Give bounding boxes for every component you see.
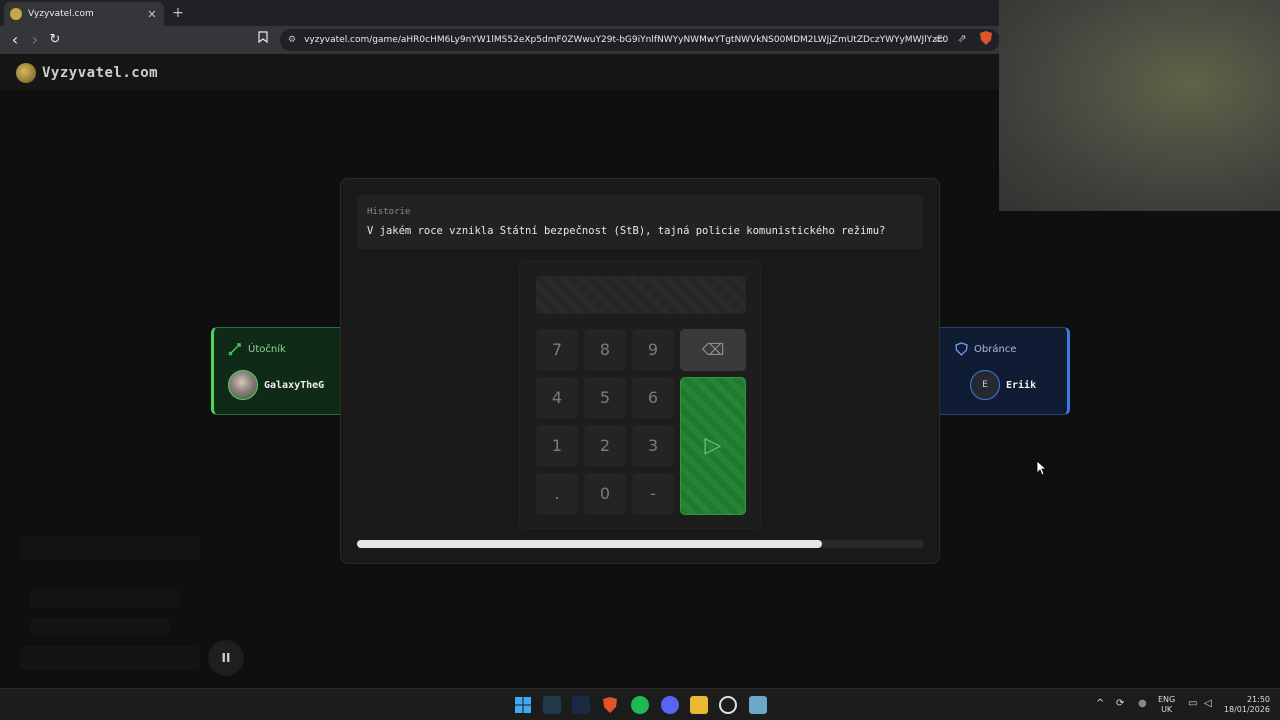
site-logo[interactable]: Vyzyvatel.com bbox=[16, 63, 158, 83]
tab-close-icon[interactable]: ✕ bbox=[146, 8, 158, 21]
sync-icon[interactable]: ⟳ bbox=[1116, 698, 1124, 709]
play-icon: ▷ bbox=[704, 433, 722, 458]
key-4[interactable]: 4 bbox=[536, 377, 578, 419]
windows-start-icon[interactable] bbox=[514, 696, 532, 714]
defender-player: E Eriik bbox=[970, 370, 1036, 400]
sword-icon bbox=[228, 343, 241, 356]
key-decimal[interactable]: . bbox=[536, 473, 578, 515]
game-app-icon[interactable] bbox=[749, 696, 767, 714]
key-6[interactable]: 6 bbox=[632, 377, 674, 419]
question-box: Historie V jakém roce vznikla Státní bez… bbox=[357, 195, 923, 249]
key-8[interactable]: 8 bbox=[584, 329, 626, 371]
backspace-button[interactable]: ⌫ bbox=[680, 329, 746, 371]
pause-button[interactable]: II bbox=[208, 640, 244, 676]
site-favicon-icon bbox=[10, 8, 22, 20]
bookmark-icon[interactable] bbox=[256, 31, 270, 49]
key-minus[interactable]: - bbox=[632, 473, 674, 515]
back-button[interactable]: ‹ bbox=[6, 31, 24, 49]
time-progress-bar bbox=[357, 540, 924, 548]
pause-icon: II bbox=[221, 651, 231, 665]
reload-button[interactable]: ↻ bbox=[46, 31, 64, 49]
volume-icon[interactable]: ◁ bbox=[1204, 698, 1212, 709]
tab-title: Vyzyvatel.com bbox=[28, 9, 94, 19]
obs-icon[interactable] bbox=[719, 696, 737, 714]
address-bar[interactable]: ⚙ vyzyvatel.com/game/aHR0cHM6Ly9nYW1lMS5… bbox=[280, 29, 1000, 51]
clock-time: 21:50 bbox=[1246, 695, 1270, 704]
brave-browser-icon[interactable] bbox=[601, 696, 619, 714]
answer-display[interactable] bbox=[536, 276, 746, 314]
key-9[interactable]: 9 bbox=[632, 329, 674, 371]
clock-date: 18/01/2026 bbox=[1223, 705, 1270, 714]
key-3[interactable]: 3 bbox=[632, 425, 674, 467]
submit-answer-button[interactable]: ▷ bbox=[680, 377, 746, 515]
spotify-icon[interactable] bbox=[631, 696, 649, 714]
language-indicator[interactable]: ENG UK bbox=[1158, 695, 1175, 715]
attacker-player: GalaxyTheG bbox=[228, 370, 324, 400]
url-text: vyzyvatel.com/game/aHR0cHM6Ly9nYW1lMS52e… bbox=[304, 35, 949, 45]
discord-icon[interactable] bbox=[661, 696, 679, 714]
background-panel bbox=[30, 618, 170, 636]
question-modal: Historie V jakém roce vznikla Státní bez… bbox=[340, 178, 940, 564]
system-clock[interactable]: 21:50 18/01/2026 bbox=[1222, 695, 1270, 715]
lang-code: ENG bbox=[1158, 695, 1176, 704]
key-5[interactable]: 5 bbox=[584, 377, 626, 419]
background-panel bbox=[30, 588, 180, 608]
avatar: E bbox=[970, 370, 1000, 400]
tray-chevron-icon[interactable]: ^ bbox=[1096, 698, 1104, 709]
time-progress-fill bbox=[357, 540, 822, 548]
forward-button[interactable]: › bbox=[26, 31, 44, 49]
key-2[interactable]: 2 bbox=[584, 425, 626, 467]
question-category: Historie bbox=[367, 207, 411, 217]
key-7[interactable]: 7 bbox=[536, 329, 578, 371]
attacker-name: GalaxyTheG bbox=[264, 379, 325, 391]
league-of-legends-icon[interactable] bbox=[543, 696, 561, 714]
microphone-icon[interactable]: ● bbox=[1138, 698, 1147, 709]
defender-card: Obránce E Eriik bbox=[930, 327, 1070, 415]
share-icon[interactable]: ⇗ bbox=[954, 31, 970, 47]
shield-icon bbox=[955, 342, 968, 356]
defender-role-label: Obránce bbox=[974, 343, 1017, 355]
new-tab-button[interactable]: + bbox=[170, 5, 186, 21]
logo-icon bbox=[16, 63, 36, 83]
numeric-keypad: 7 8 9 4 5 6 1 2 3 . 0 - ⌫ ▷ bbox=[519, 261, 761, 529]
key-1[interactable]: 1 bbox=[536, 425, 578, 467]
attacker-role: Útočník bbox=[228, 342, 286, 356]
background-panel bbox=[20, 536, 200, 560]
steam-icon[interactable] bbox=[572, 696, 590, 714]
attacker-card: Útočník GalaxyTheG bbox=[211, 327, 351, 415]
cast-icon[interactable]: ▭ bbox=[932, 31, 948, 47]
defender-role: Obránce bbox=[955, 342, 1016, 356]
os-taskbar: ^ ⟳ ● ENG UK ▭ ◁ 21:50 18/01/2026 bbox=[0, 688, 1280, 720]
background-panel bbox=[20, 646, 200, 670]
defender-name: Eriik bbox=[1006, 379, 1037, 391]
network-icon[interactable]: ▭ bbox=[1188, 698, 1197, 709]
attacker-role-label: Útočník bbox=[248, 343, 286, 355]
avatar bbox=[228, 370, 258, 400]
backspace-icon: ⌫ bbox=[701, 340, 725, 359]
file-explorer-icon[interactable] bbox=[690, 696, 708, 714]
lang-region: UK bbox=[1161, 705, 1173, 714]
question-text: V jakém roce vznikla Státní bezpečnost (… bbox=[367, 225, 886, 237]
browser-tab[interactable]: Vyzyvatel.com ✕ bbox=[4, 2, 164, 26]
brave-shield-icon[interactable] bbox=[978, 31, 994, 47]
mouse-cursor-icon bbox=[1036, 460, 1048, 476]
site-info-icon[interactable]: ⚙ bbox=[288, 35, 296, 45]
key-0[interactable]: 0 bbox=[584, 473, 626, 515]
logo-text: Vyzyvatel.com bbox=[42, 65, 159, 81]
webcam-overlay bbox=[999, 0, 1280, 211]
